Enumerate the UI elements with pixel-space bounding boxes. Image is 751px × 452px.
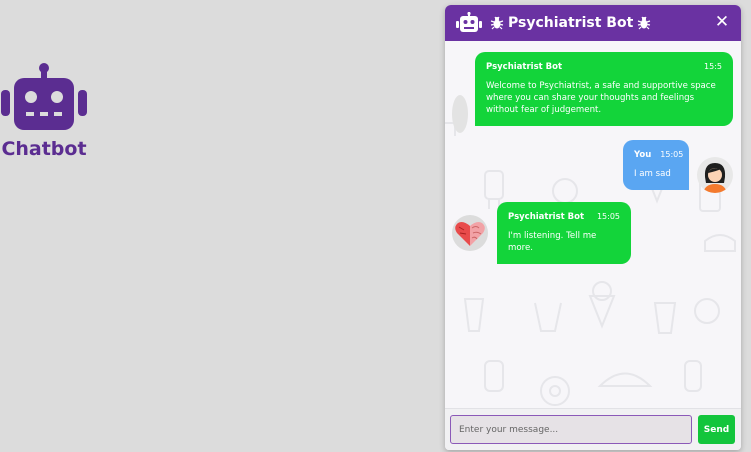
message-bot: Psychiatrist Bot 15:05 I'm listening. Te… bbox=[497, 202, 631, 264]
chat-messages[interactable]: Psychiatrist Bot 15:5 Welcome to Psychia… bbox=[445, 41, 741, 408]
bug-icon bbox=[490, 16, 504, 30]
message-bubble: Psychiatrist Bot 15:05 I'm listening. Te… bbox=[497, 202, 631, 264]
message-sender: Psychiatrist Bot bbox=[508, 212, 585, 222]
brain-heart-icon bbox=[455, 222, 485, 246]
chatbot-launcher[interactable]: Chatbot bbox=[0, 62, 88, 160]
woman-icon bbox=[703, 163, 727, 193]
send-button[interactable]: Send bbox=[698, 415, 735, 444]
message-text: I'm listening. Tell me more. bbox=[508, 231, 597, 253]
robot-icon bbox=[1, 63, 87, 130]
chat-title: Psychiatrist Bot bbox=[490, 15, 651, 31]
chat-footer: Send bbox=[445, 408, 741, 450]
user-avatar bbox=[697, 157, 733, 193]
message-time: 15:5 bbox=[704, 62, 722, 71]
chat-title-text: Psychiatrist Bot bbox=[508, 15, 634, 31]
launcher-label: Chatbot bbox=[1, 138, 87, 160]
message-text: Welcome to Psychiatrist, a safe and supp… bbox=[486, 81, 716, 115]
message-input[interactable] bbox=[450, 415, 692, 444]
bot-avatar bbox=[452, 95, 468, 133]
message-time: 15:05 bbox=[660, 150, 684, 159]
message-sender: You bbox=[634, 150, 652, 160]
message-bubble: Psychiatrist Bot 15:5 Welcome to Psychia… bbox=[475, 52, 733, 126]
message-text: I am sad bbox=[634, 169, 671, 179]
close-icon[interactable]: ✕ bbox=[713, 13, 731, 31]
message-user: You 15:05 I am sad bbox=[623, 140, 689, 190]
message-bot: Psychiatrist Bot 15:5 Welcome to Psychia… bbox=[475, 52, 733, 126]
robot-icon bbox=[456, 12, 482, 32]
bot-avatar bbox=[452, 215, 488, 251]
message-bubble: You 15:05 I am sad bbox=[623, 140, 689, 190]
bug-icon bbox=[638, 16, 651, 30]
message-sender: Psychiatrist Bot bbox=[486, 62, 563, 72]
message-time: 15:05 bbox=[596, 212, 620, 221]
chat-window: Psychiatrist Bot ✕ Psychiatrist Bot 15:5… bbox=[445, 5, 741, 450]
chat-header: Psychiatrist Bot ✕ bbox=[445, 5, 741, 41]
